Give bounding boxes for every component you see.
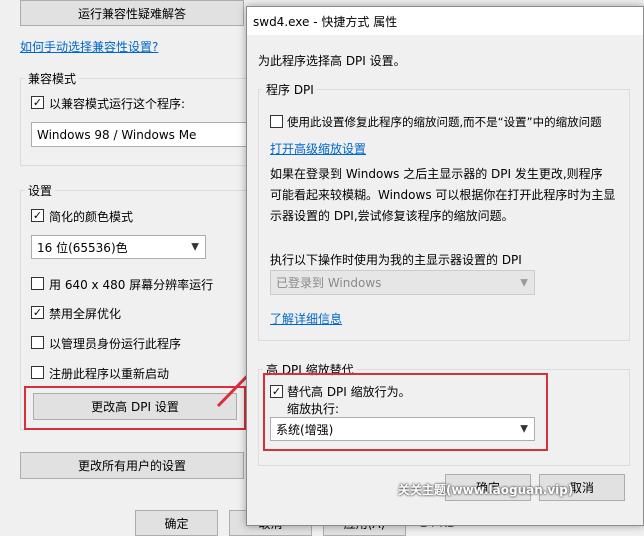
program-dpi-checkbox[interactable] (270, 115, 283, 128)
disable-fullscreen-opt-checkbox[interactable] (31, 306, 44, 319)
description-line-2: 可能看起来较模糊。Windows 可以根据你在打开此程序时为主显 (270, 188, 616, 202)
description-line-1: 如果在登录到 Windows 之后主显示器的 DPI 发生更改,则程序 (270, 167, 603, 181)
bg-ok-button[interactable]: 确定 (135, 510, 218, 536)
program-dpi-label: 使用此设置修复此程序的缩放问题,而不是“设置”中的缩放问题 (287, 115, 602, 129)
color-depth-value: 16 位(65536)色 (37, 240, 128, 255)
run-as-admin-checkbox[interactable] (31, 336, 44, 349)
settings-group-title: 设置 (25, 182, 56, 199)
use-dpi-label: 执行以下操作时使用为我的主显示器设置的 DPI (270, 253, 522, 267)
troubleshoot-button[interactable]: 运行兼容性疑难解答 (20, 0, 244, 26)
reduced-color-label: 简化的颜色模式 (49, 210, 134, 224)
use-dpi-select[interactable]: 已登录到 Windows ▼ (270, 270, 535, 295)
res-640-label: 用 640 x 480 屏幕分辨率运行 (49, 278, 214, 292)
register-restart-checkbox[interactable] (31, 366, 44, 379)
run-as-admin-label: 以管理员身份运行此程序 (49, 337, 182, 351)
compat-mode-checkbox[interactable] (31, 96, 44, 109)
reduced-color-checkbox[interactable] (31, 209, 44, 222)
res-640-checkbox[interactable] (31, 277, 44, 290)
color-depth-select[interactable]: 16 位(65536)色 ▼ (31, 235, 206, 259)
description-line-3: 示器设置的 DPI,尝试修复该程序的缩放问题。 (270, 209, 514, 223)
open-advanced-scaling-link[interactable]: 打开高级缩放设置 (270, 140, 366, 157)
use-dpi-value: 已登录到 Windows (276, 276, 382, 290)
watermark-text: 关关主题(www.laoguan.vip) (398, 483, 574, 497)
dialog-titlebar: swd4.exe - 快捷方式 属性 (247, 7, 643, 35)
manual-compat-link[interactable]: 如何手动选择兼容性设置? (20, 38, 158, 55)
chevron-down-icon: ▼ (191, 241, 199, 253)
compat-os-value: Windows 98 / Windows Me (37, 127, 197, 142)
change-dpi-highlight (24, 386, 246, 430)
learn-more-link[interactable]: 了解详细信息 (270, 310, 342, 327)
dpi-settings-dialog: swd4.exe - 快捷方式 属性 为此程序选择高 DPI 设置。 程序 DP… (246, 6, 644, 526)
register-restart-label: 注册此程序以重新启动 (49, 367, 170, 381)
dialog-title: swd4.exe - 快捷方式 属性 (253, 15, 398, 29)
disable-fullscreen-opt-label: 禁用全屏优化 (49, 307, 122, 321)
compat-os-select[interactable]: Windows 98 / Windows Me (31, 122, 263, 147)
compat-mode-title: 兼容模式 (25, 70, 80, 87)
compat-mode-label: 以兼容模式运行这个程序: (49, 97, 186, 111)
dialog-intro: 为此程序选择高 DPI 设置。 (258, 54, 406, 68)
program-dpi-title: 程序 DPI (263, 81, 317, 98)
chevron-down-icon: ▼ (520, 277, 528, 288)
change-all-users-button[interactable]: 更改所有用户的设置 (20, 452, 244, 479)
override-highlight (263, 373, 548, 451)
dpi-description: 如果在登录到 Windows 之后主显示器的 DPI 发生更改,则程序 可能看起… (270, 164, 615, 227)
